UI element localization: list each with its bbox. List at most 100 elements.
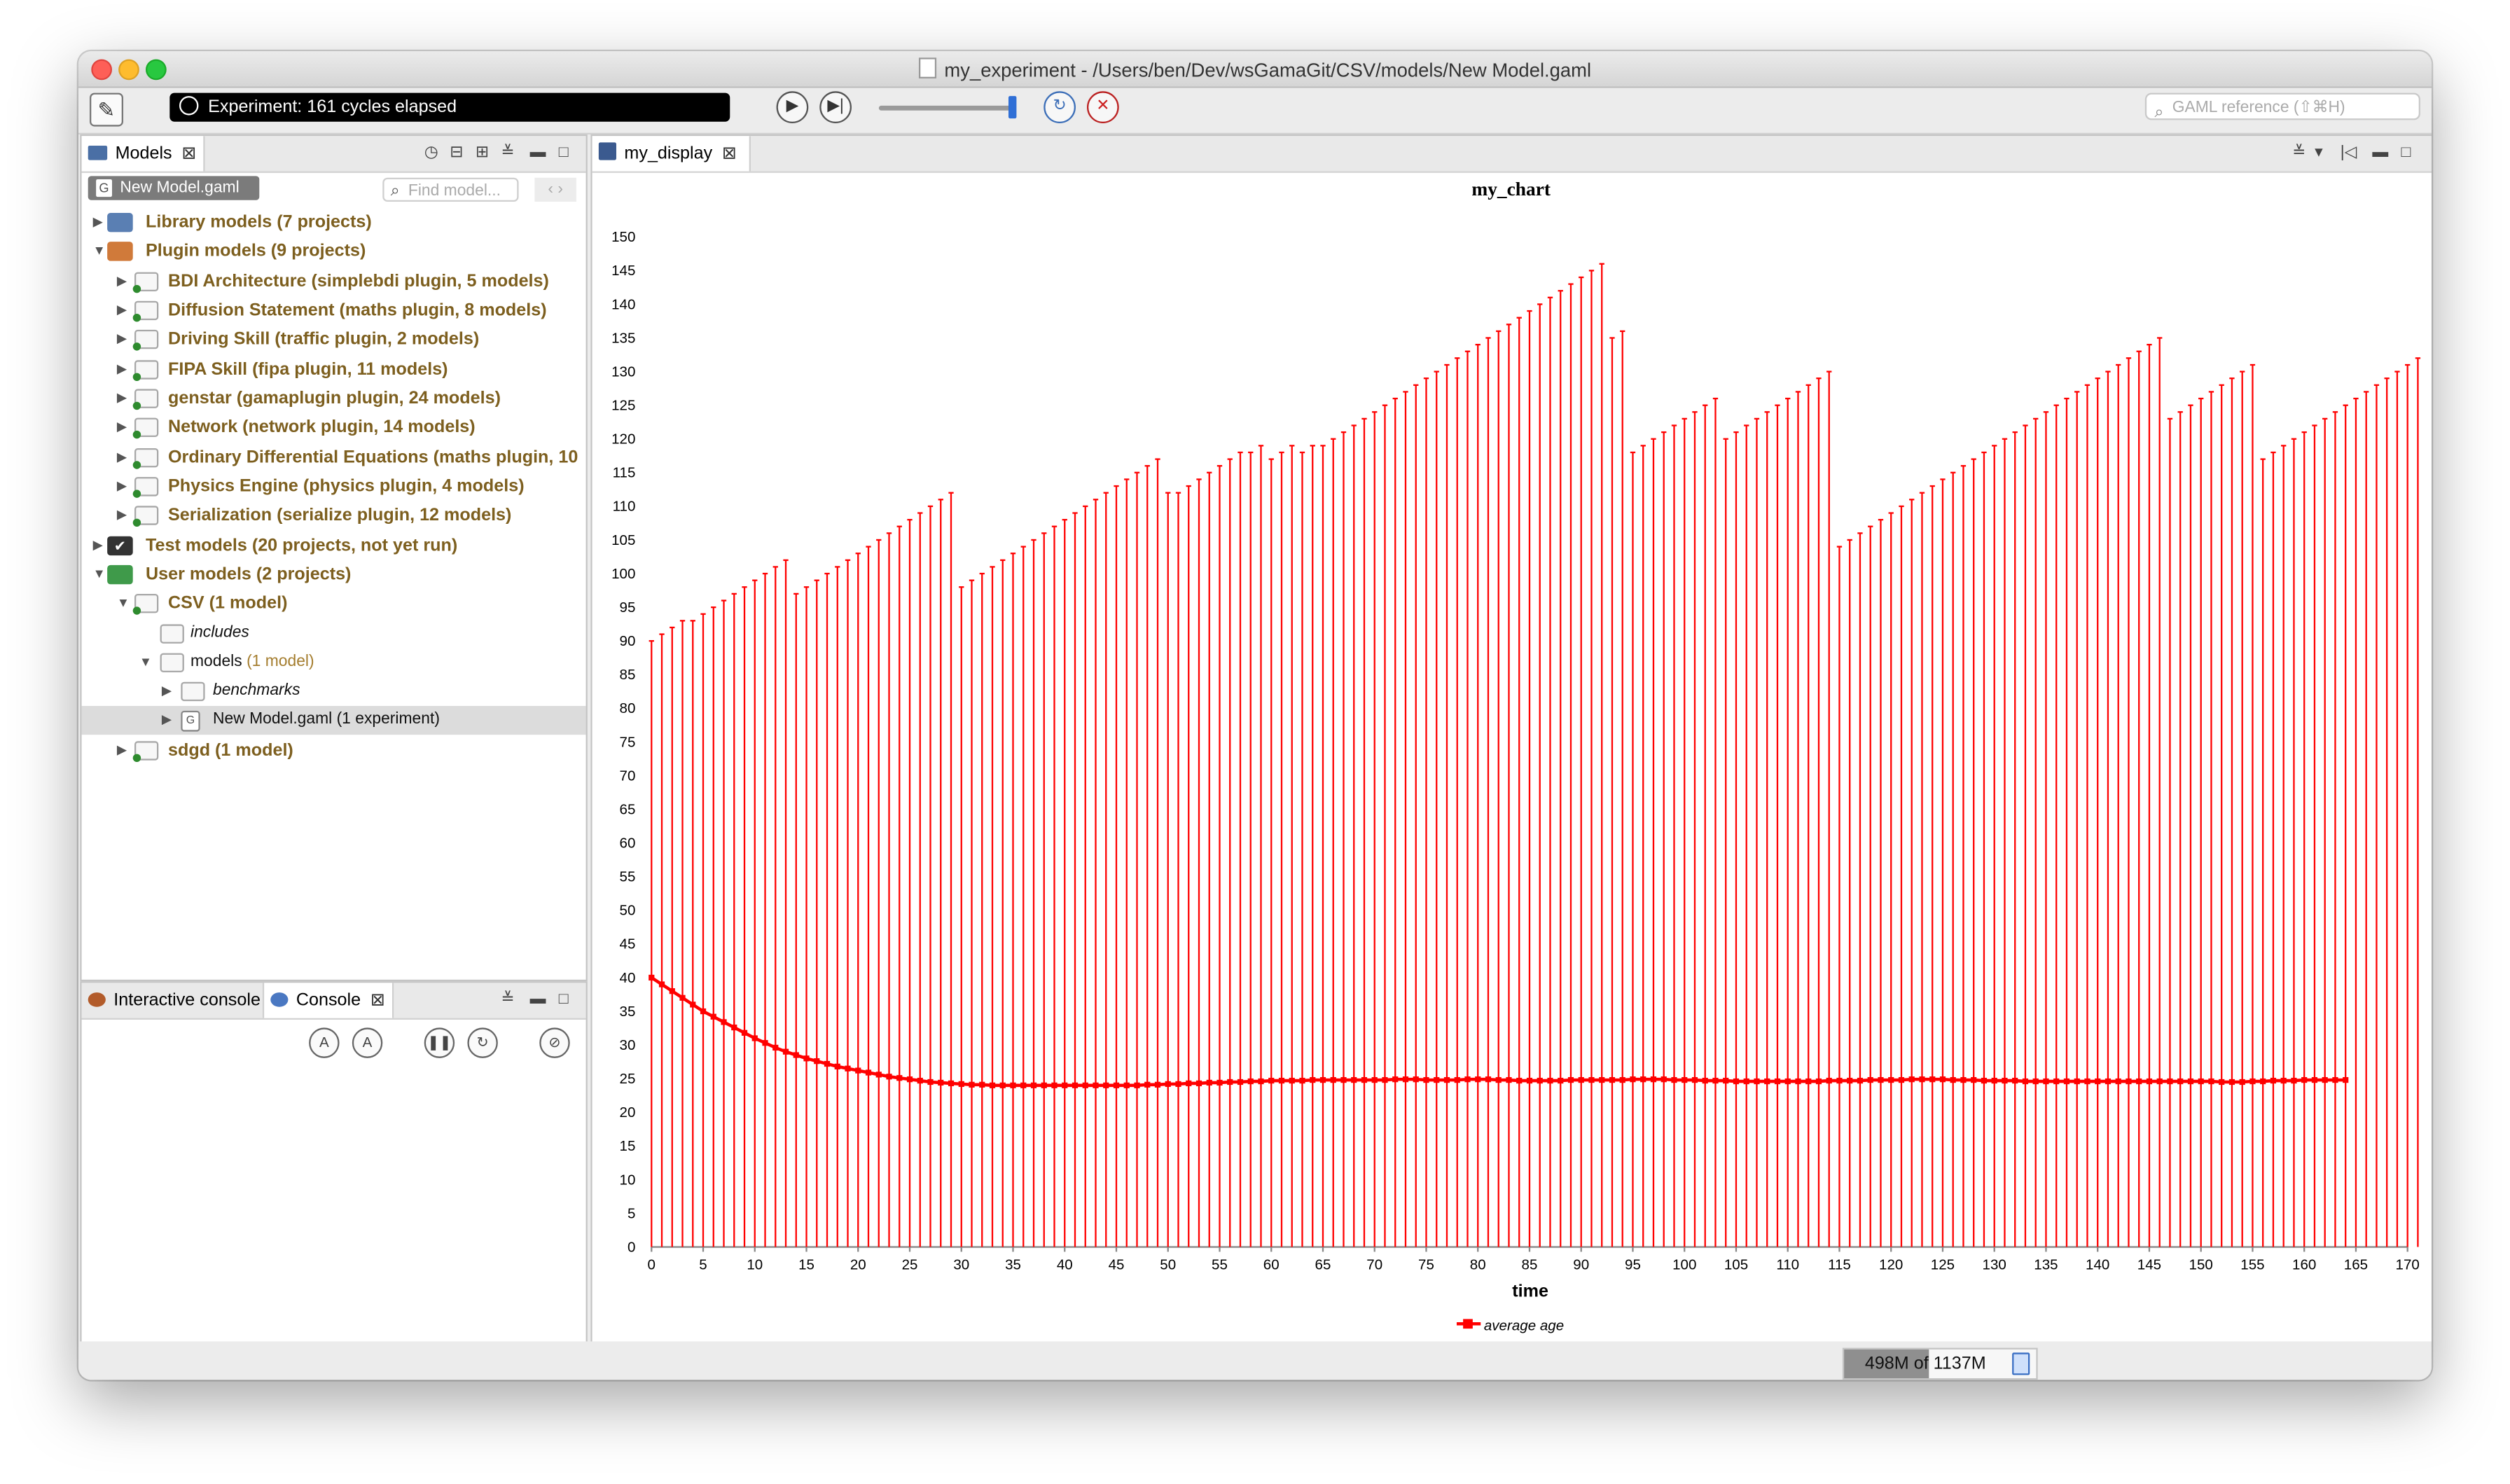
collapse-all-icon[interactable]: ⊟ xyxy=(450,144,463,162)
tree-item-includes[interactable]: includes xyxy=(82,620,586,649)
sync-console-button[interactable]: ↻ xyxy=(467,1027,498,1058)
expand-arrow-icon[interactable]: ▶ xyxy=(162,706,172,735)
maximize-view-icon[interactable]: □ xyxy=(559,144,569,162)
tree-item-network[interactable]: ▶ Network (network plugin, 14 models) xyxy=(82,413,586,442)
tab-my-display[interactable]: my_display ⊠ xyxy=(592,136,751,172)
tree-item-library-models[interactable]: ▶ Library models (7 projects) xyxy=(82,208,586,237)
tab-console[interactable]: Console ⊠ xyxy=(262,983,394,1018)
y-tick-label: 130 xyxy=(611,363,635,380)
tree-item-new-model[interactable]: ▶ G New Model.gaml (1 experiment) xyxy=(81,705,586,735)
tab-interactive-console[interactable]: Interactive console xyxy=(82,983,261,1018)
tree-item-serialization[interactable]: ▶ Serialization (serialize plugin, 12 mod… xyxy=(82,501,586,529)
data-point xyxy=(1805,1078,1812,1085)
clear-console-button[interactable]: ⊘ xyxy=(539,1027,570,1058)
tree-item-sdgd[interactable]: ▶ sdgd (1 model) xyxy=(82,736,586,765)
y-tick-label: 90 xyxy=(620,633,636,649)
data-point xyxy=(1062,1082,1068,1088)
collapse-arrow-icon[interactable]: ▼ xyxy=(139,649,152,677)
speed-slider[interactable] xyxy=(878,105,1015,111)
data-point xyxy=(1475,1076,1481,1083)
data-point xyxy=(1103,1082,1109,1088)
expand-arrow-icon[interactable]: ▶ xyxy=(93,532,103,560)
collapse-arrow-icon[interactable]: ▼ xyxy=(117,589,130,618)
step-button[interactable]: ▶| xyxy=(819,91,852,123)
current-model-chip[interactable]: G New Model.gaml xyxy=(88,176,260,200)
expand-arrow-icon[interactable]: ▶ xyxy=(93,208,103,237)
reload-icon: ↻ xyxy=(1053,97,1067,116)
close-tab-icon[interactable]: ⊠ xyxy=(181,144,196,163)
x-tick-label: 40 xyxy=(1057,1257,1073,1273)
maximize-view-icon[interactable]: □ xyxy=(559,991,569,1008)
tree-item-fipa-skill[interactable]: ▶ FIPA Skill (fipa plugin, 11 models) xyxy=(82,355,586,384)
gaml-file-icon: G xyxy=(96,179,112,197)
minimize-view-icon[interactable]: ▬ xyxy=(2372,144,2388,162)
toggle-overlay-icon[interactable]: |◁ xyxy=(2341,144,2357,162)
data-point xyxy=(2219,1079,2225,1086)
stop-button[interactable]: ✕ xyxy=(1086,91,1119,123)
gaml-reference-search[interactable]: ⌕ GAML reference (⇧⌘H) xyxy=(2144,92,2420,122)
tree-item-diffusion-statement[interactable]: ▶ Diffusion Statement (maths plugin, 8 mo… xyxy=(82,296,586,325)
data-point xyxy=(1619,1076,1625,1083)
tree-item-test-models[interactable]: ▶ ✔ Test models (20 projects, not yet run) xyxy=(82,532,586,560)
search-icon: ⌕ xyxy=(2154,104,2164,122)
folder-icon xyxy=(181,681,205,702)
maximize-view-icon[interactable]: □ xyxy=(2401,144,2411,162)
expand-arrow-icon[interactable]: ▶ xyxy=(117,325,127,354)
expand-arrow-icon[interactable]: ▶ xyxy=(117,501,127,529)
tree-item-user-models[interactable]: ▼ User models (2 projects) xyxy=(82,560,586,589)
expand-arrow-icon[interactable]: ▶ xyxy=(117,472,127,501)
expand-arrow-icon[interactable]: ▶ xyxy=(117,355,127,384)
garbage-collect-icon[interactable] xyxy=(2012,1352,2030,1375)
collapse-arrow-icon[interactable]: ▼ xyxy=(93,560,106,589)
tab-models[interactable]: Models ⊠ xyxy=(81,136,205,172)
tree-item-models[interactable]: ▼ models (1 model) xyxy=(82,649,586,677)
display-menu-icon[interactable]: ≚ xyxy=(2292,144,2306,162)
tree-item-benchmarks[interactable]: ▶ benchmarks xyxy=(82,677,586,706)
speed-slider-thumb[interactable] xyxy=(1008,96,1017,119)
layers-icon[interactable]: ▾ xyxy=(2315,144,2323,162)
history-navigation[interactable]: ‹ › xyxy=(534,177,576,202)
data-point xyxy=(669,988,675,994)
data-point xyxy=(1516,1077,1523,1084)
y-tick-label: 10 xyxy=(620,1172,636,1188)
data-point xyxy=(1041,1082,1047,1088)
expand-arrow-icon[interactable]: ▶ xyxy=(162,677,172,706)
expand-arrow-icon[interactable]: ▶ xyxy=(117,268,127,296)
close-tab-icon[interactable]: ⊠ xyxy=(370,991,385,1010)
expand-arrow-icon[interactable]: ▶ xyxy=(117,413,127,442)
expand-arrow-icon[interactable]: ▶ xyxy=(117,736,127,765)
data-point xyxy=(793,1052,799,1058)
expand-arrow-icon[interactable]: ▶ xyxy=(117,384,127,413)
expand-arrow-icon[interactable]: ▶ xyxy=(117,296,127,325)
tree-item-plugin-models[interactable]: ▼ Plugin models (9 projects) xyxy=(82,237,586,265)
close-tab-icon[interactable]: ⊠ xyxy=(722,144,737,163)
tree-item-bdi-architecture[interactable]: ▶ BDI Architecture (simplebdi plugin, 5 m… xyxy=(82,268,586,296)
x-tick-label: 85 xyxy=(1522,1257,1538,1273)
data-point xyxy=(2032,1078,2039,1085)
edit-model-button[interactable]: ✎ xyxy=(89,92,123,127)
expand-all-icon[interactable]: ⊞ xyxy=(476,144,489,162)
find-model-input[interactable]: ⌕ Find model... xyxy=(382,177,519,202)
view-menu-icon[interactable]: ≚ xyxy=(501,144,514,162)
expand-arrow-icon[interactable]: ▶ xyxy=(117,443,127,472)
run-button[interactable]: ▶ xyxy=(776,91,809,123)
collapse-arrow-icon[interactable]: ▼ xyxy=(93,237,106,265)
tree-item-ode[interactable]: ▶ Ordinary Differential Equations (maths … xyxy=(82,443,586,472)
tree-item-driving-skill[interactable]: ▶ Driving Skill (traffic plugin, 2 models… xyxy=(82,325,586,354)
data-point xyxy=(2332,1076,2338,1083)
tree-item-physics-engine[interactable]: ▶ Physics Engine (physics plugin, 4 model… xyxy=(82,472,586,501)
tree-item-csv[interactable]: ▼ CSV (1 model) xyxy=(82,589,586,618)
x-tick-label: 80 xyxy=(1470,1257,1486,1273)
tree-item-label: Serialization (serialize plugin, 12 mode… xyxy=(167,506,512,525)
history-icon[interactable]: ◷ xyxy=(424,144,438,162)
minimize-view-icon[interactable]: ▬ xyxy=(530,144,546,162)
pause-console-button[interactable]: ❚❚ xyxy=(424,1027,455,1058)
decrease-font-button[interactable]: A xyxy=(352,1027,383,1058)
minimize-view-icon[interactable]: ▬ xyxy=(530,991,546,1008)
reload-button[interactable]: ↻ xyxy=(1043,91,1076,123)
window-title-text: my_experiment - /Users/ben/Dev/wsGamaGit… xyxy=(944,59,1592,82)
view-menu-icon[interactable]: ≚ xyxy=(501,991,514,1008)
increase-font-button[interactable]: A xyxy=(309,1027,340,1058)
data-point xyxy=(1908,1076,1915,1083)
tree-item-genstar[interactable]: ▶ genstar (gamaplugin plugin, 24 models) xyxy=(82,384,586,413)
